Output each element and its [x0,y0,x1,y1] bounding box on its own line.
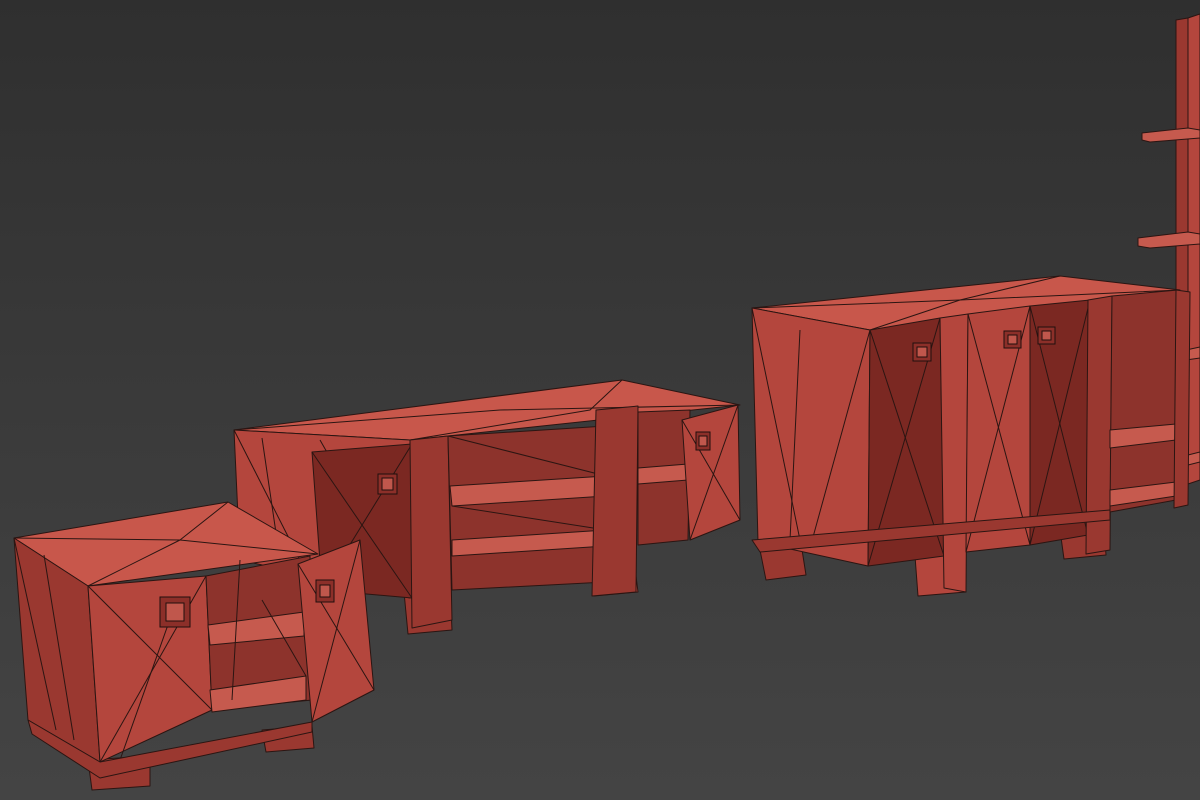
3d-viewport[interactable] [0,0,1200,800]
viewport-scene [0,0,1200,800]
